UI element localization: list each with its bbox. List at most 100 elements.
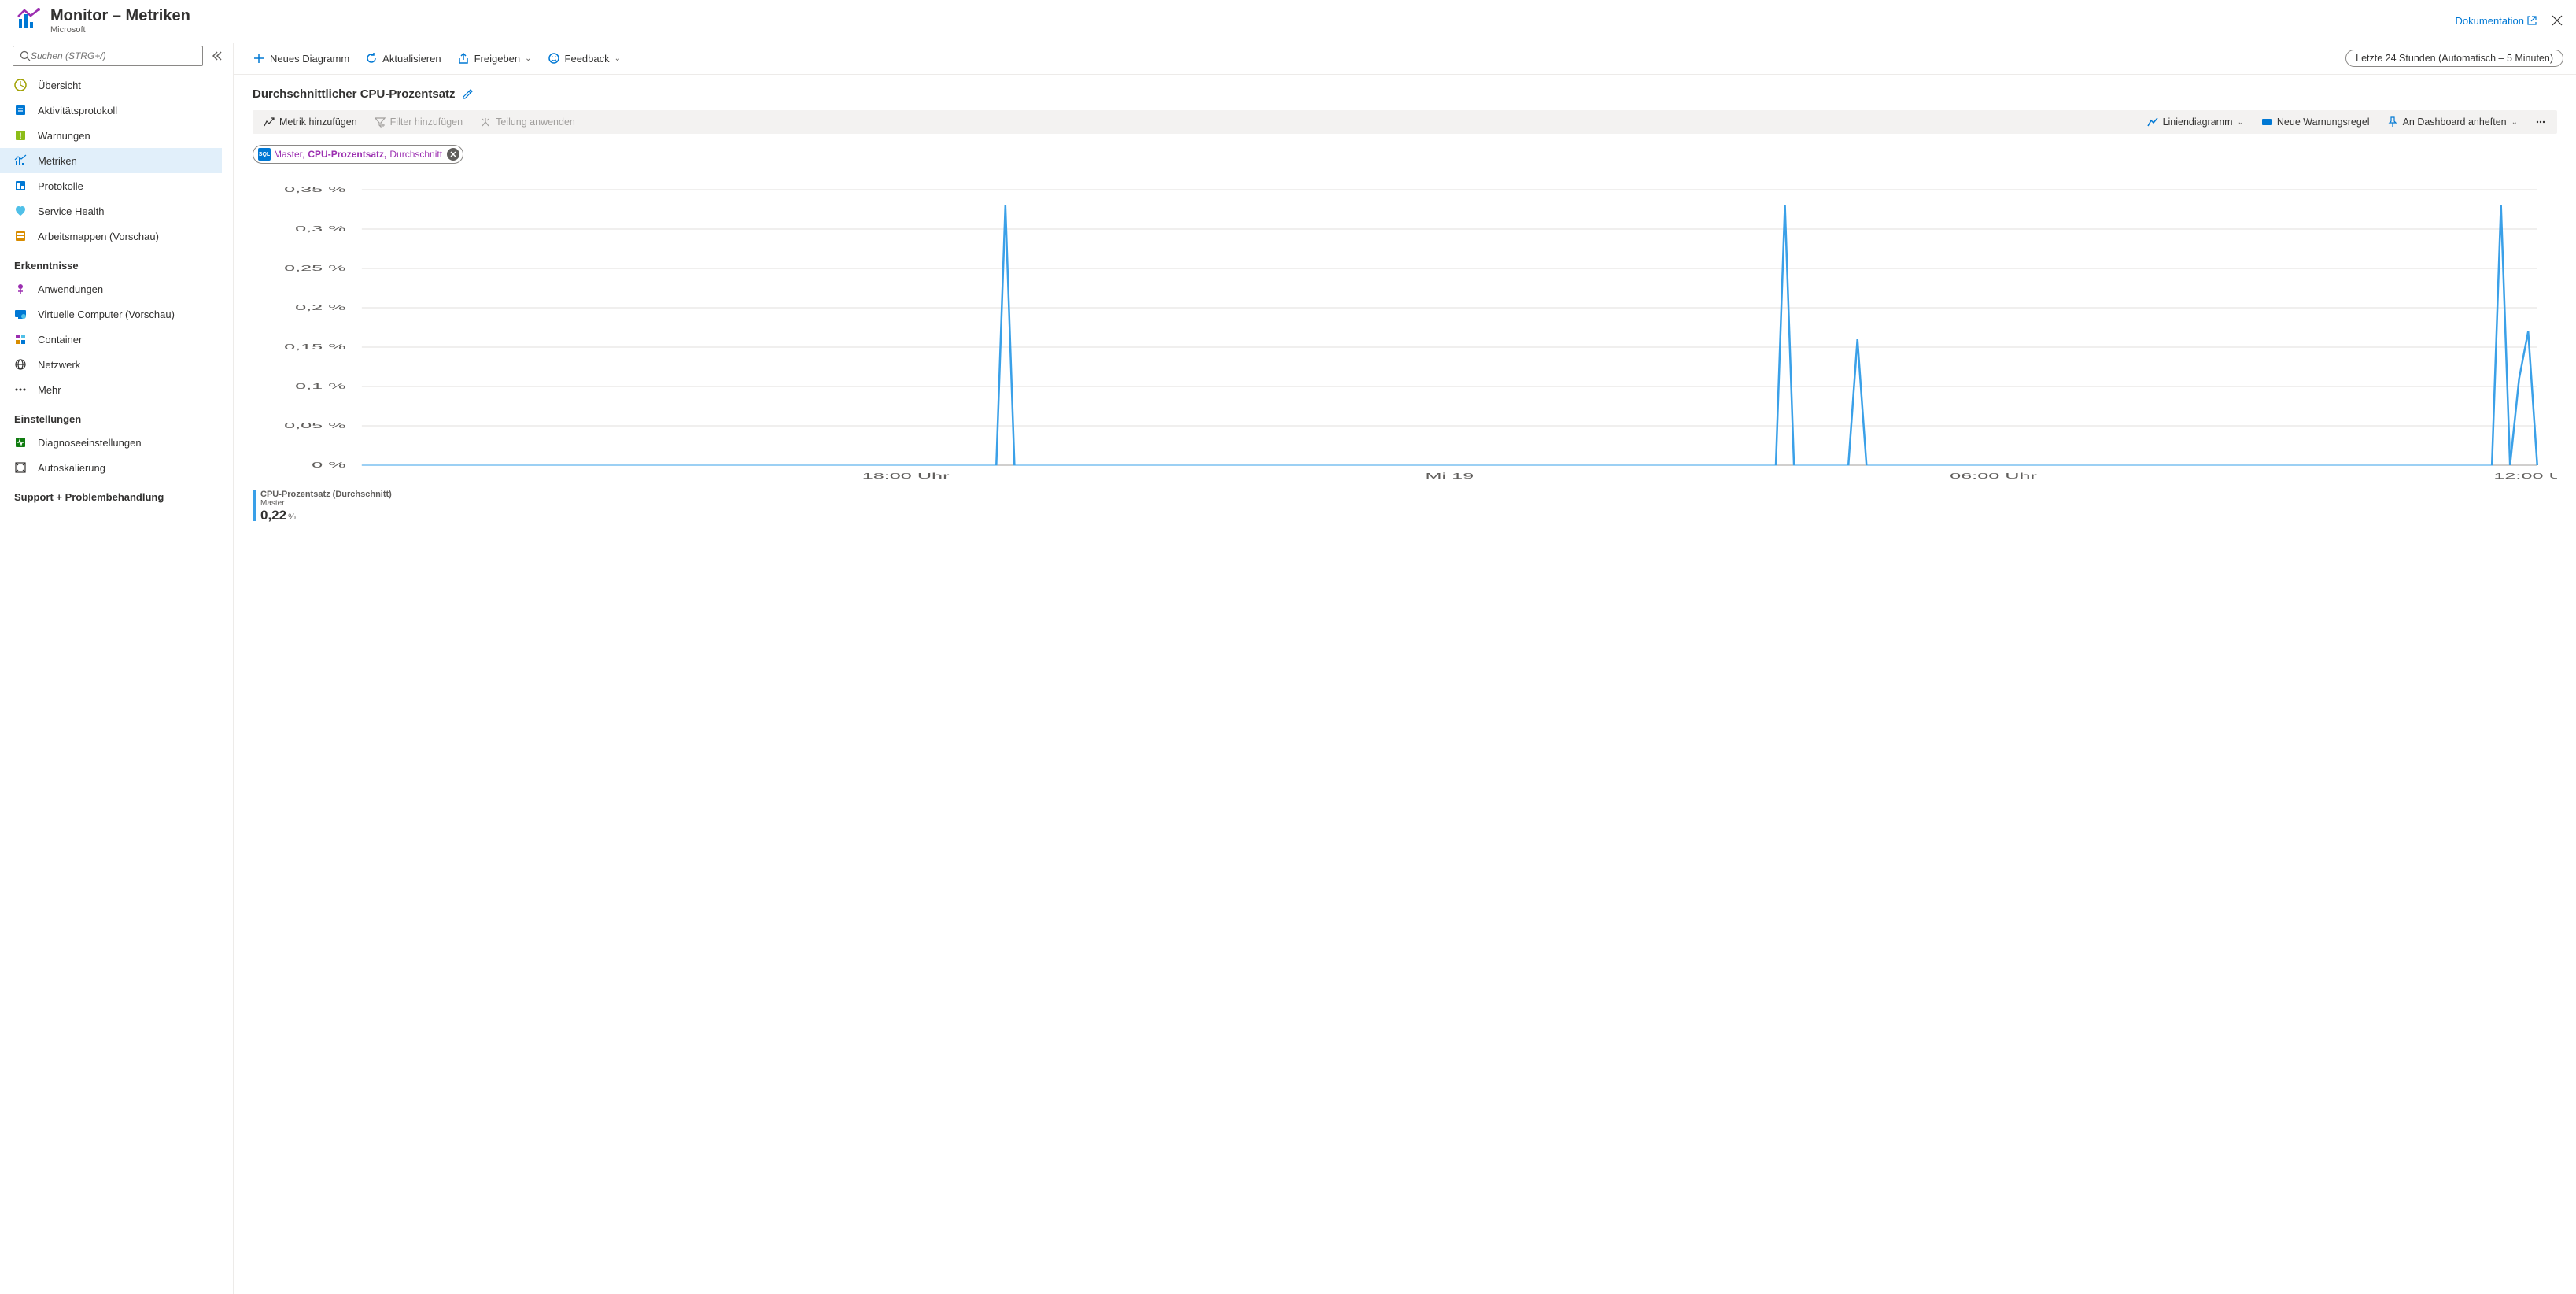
metrics-icon bbox=[14, 154, 27, 167]
chip-remove-button[interactable] bbox=[447, 148, 459, 161]
share-button[interactable]: Freigeben ⌄ bbox=[451, 49, 538, 68]
edit-icon[interactable] bbox=[462, 89, 473, 100]
overview-icon bbox=[14, 79, 27, 91]
metric-chip[interactable]: SQL Master, CPU-Prozentsatz, Durchschnit… bbox=[253, 145, 463, 164]
nav-diagnostics[interactable]: Diagnoseeinstellungen bbox=[0, 430, 222, 455]
nav-label: Virtuelle Computer (Vorschau) bbox=[38, 309, 175, 320]
diagnostics-icon bbox=[14, 436, 27, 449]
section-settings-title: Einstellungen bbox=[0, 402, 222, 430]
nav-metrics[interactable]: Metriken bbox=[0, 148, 222, 173]
nav-label: Anwendungen bbox=[38, 283, 103, 295]
svg-text:0,1 %: 0,1 % bbox=[295, 383, 346, 391]
refresh-icon bbox=[365, 52, 378, 65]
chart-title: Durchschnittlicher CPU-Prozentsatz bbox=[253, 87, 456, 101]
share-icon bbox=[457, 52, 470, 65]
pin-icon bbox=[2387, 116, 2398, 128]
applications-icon bbox=[14, 283, 27, 295]
alert-rule-icon bbox=[2261, 116, 2272, 128]
svg-text:18:00 Uhr: 18:00 Uhr bbox=[862, 472, 950, 481]
nav-overview[interactable]: Übersicht bbox=[0, 72, 222, 98]
chart-plot: 0 %0,05 %0,1 %0,15 %0,2 %0,25 %0,3 %0,35… bbox=[253, 186, 2557, 485]
svg-text:0,35 %: 0,35 % bbox=[284, 186, 346, 194]
main-content: Neues Diagramm Aktualisieren Freigeben ⌄… bbox=[233, 43, 2576, 1294]
nav-service-health[interactable]: Service Health bbox=[0, 198, 222, 224]
svg-text:0,3 %: 0,3 % bbox=[295, 225, 346, 234]
page-header: Monitor – Metriken Microsoft Dokumentati… bbox=[0, 0, 2576, 43]
nav-label: Warnungen bbox=[38, 130, 90, 142]
chip-resource: Master, bbox=[274, 149, 304, 160]
add-metric-button[interactable]: Metrik hinzufügen bbox=[256, 112, 365, 132]
add-metric-icon bbox=[264, 116, 275, 128]
sidebar: Übersicht Aktivitätsprotokoll ! Warnunge… bbox=[0, 43, 233, 1294]
nav-label: Aktivitätsprotokoll bbox=[38, 105, 117, 116]
vms-icon bbox=[14, 308, 27, 320]
page-title: Monitor – Metriken bbox=[50, 6, 190, 25]
section-support-title: Support + Problembehandlung bbox=[0, 480, 222, 508]
svg-text:0 %: 0 % bbox=[312, 461, 345, 470]
service-health-icon bbox=[14, 205, 27, 217]
time-range-picker[interactable]: Letzte 24 Stunden (Automatisch – 5 Minut… bbox=[2345, 50, 2563, 67]
nav-label: Protokolle bbox=[38, 180, 83, 192]
documentation-link[interactable]: Dokumentation bbox=[2456, 15, 2537, 27]
new-alert-button[interactable]: Neue Warnungsregel bbox=[2253, 112, 2378, 132]
chevron-down-icon: ⌄ bbox=[2511, 118, 2518, 127]
legend-resource-name: Master bbox=[260, 499, 392, 508]
smiley-icon bbox=[548, 52, 560, 65]
nav-applications[interactable]: Anwendungen bbox=[0, 276, 222, 301]
collapse-sidebar-button[interactable] bbox=[208, 46, 227, 65]
feedback-button[interactable]: Feedback ⌄ bbox=[541, 49, 627, 68]
main-toolbar: Neues Diagramm Aktualisieren Freigeben ⌄… bbox=[234, 43, 2576, 75]
legend-value: 0,22 bbox=[260, 508, 286, 523]
svg-text:!: ! bbox=[19, 131, 22, 141]
nav-containers[interactable]: Container bbox=[0, 327, 222, 352]
chart-type-button[interactable]: Liniendiagramm ⌄ bbox=[2139, 112, 2252, 132]
network-icon bbox=[14, 358, 27, 371]
chip-aggregation: Durchschnitt bbox=[389, 149, 442, 160]
svg-text:0,2 %: 0,2 % bbox=[295, 304, 346, 312]
chevron-double-left-icon bbox=[212, 51, 222, 61]
page-subtitle: Microsoft bbox=[50, 25, 190, 35]
line-chart-icon bbox=[2147, 116, 2158, 128]
svg-text:06:00 Uhr: 06:00 Uhr bbox=[1950, 472, 2038, 481]
nav-label: Container bbox=[38, 334, 82, 346]
new-chart-button[interactable]: Neues Diagramm bbox=[246, 49, 356, 68]
nav-label: Mehr bbox=[38, 384, 61, 396]
chevron-down-icon: ⌄ bbox=[614, 54, 621, 63]
sql-icon: SQL bbox=[258, 148, 271, 161]
external-link-icon bbox=[2527, 16, 2537, 25]
close-button[interactable] bbox=[2551, 14, 2563, 27]
search-input[interactable] bbox=[13, 46, 203, 66]
nav-workbooks[interactable]: Arbeitsmappen (Vorschau) bbox=[0, 224, 222, 249]
svg-text:0,25 %: 0,25 % bbox=[284, 264, 346, 273]
svg-text:Mi 19: Mi 19 bbox=[1425, 472, 1474, 481]
legend-unit: % bbox=[288, 512, 296, 522]
nav-label: Netzwerk bbox=[38, 359, 80, 371]
plus-icon bbox=[253, 52, 265, 65]
nav-vms[interactable]: Virtuelle Computer (Vorschau) bbox=[0, 301, 222, 327]
nav-alerts[interactable]: ! Warnungen bbox=[0, 123, 222, 148]
logs-icon bbox=[14, 179, 27, 192]
legend-metric-name: CPU-Prozentsatz (Durchschnitt) bbox=[260, 490, 392, 499]
legend-color-bar bbox=[253, 490, 256, 521]
nav-autoscale[interactable]: Autoskalierung bbox=[0, 455, 222, 480]
add-filter-button[interactable]: Filter hinzufügen bbox=[367, 112, 471, 132]
nav-network[interactable]: Netzwerk bbox=[0, 352, 222, 377]
nav-label: Service Health bbox=[38, 205, 105, 217]
apply-splitting-button[interactable]: Teilung anwenden bbox=[472, 112, 583, 132]
ellipsis-icon bbox=[2535, 116, 2546, 128]
section-insights-title: Erkenntnisse bbox=[0, 249, 222, 276]
nav-label: Metriken bbox=[38, 155, 77, 167]
refresh-button[interactable]: Aktualisieren bbox=[359, 49, 447, 68]
svg-text:0,15 %: 0,15 % bbox=[284, 343, 346, 352]
more-options-button[interactable] bbox=[2527, 112, 2554, 132]
nav-activity-log[interactable]: Aktivitätsprotokoll bbox=[0, 98, 222, 123]
chart-legend: CPU-Prozentsatz (Durchschnitt) Master 0,… bbox=[253, 490, 2557, 523]
pin-dashboard-button[interactable]: An Dashboard anheften ⌄ bbox=[2379, 112, 2526, 132]
nav-label: Autoskalierung bbox=[38, 462, 105, 474]
activity-log-icon bbox=[14, 104, 27, 116]
chevron-down-icon: ⌄ bbox=[525, 54, 531, 63]
nav-more[interactable]: Mehr bbox=[0, 377, 222, 402]
filter-icon bbox=[375, 116, 386, 128]
nav-label: Diagnoseeinstellungen bbox=[38, 437, 142, 449]
nav-logs[interactable]: Protokolle bbox=[0, 173, 222, 198]
